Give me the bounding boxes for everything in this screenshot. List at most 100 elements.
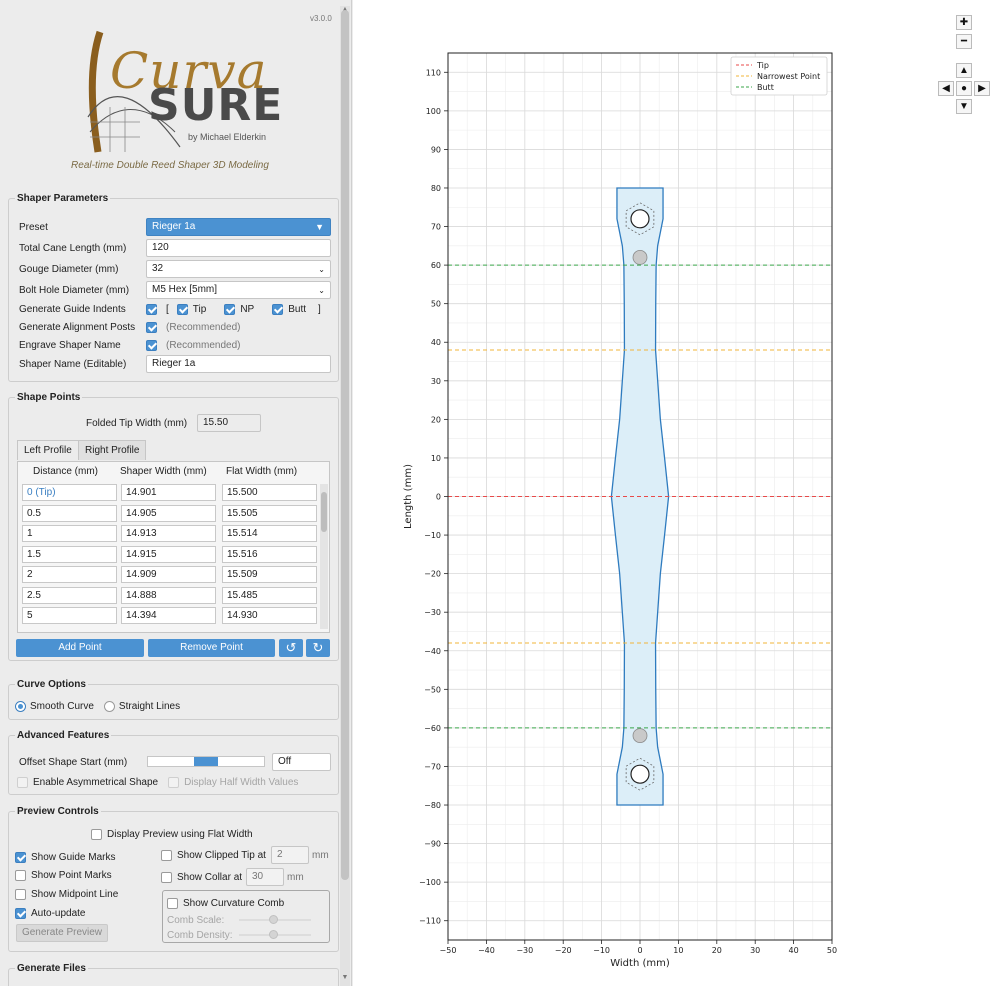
table-cell[interactable]: 15.514 [222, 525, 317, 542]
total-length-input[interactable]: 120 [146, 239, 331, 257]
table-cell[interactable]: 14.905 [121, 504, 216, 522]
table-cell[interactable]: 0.5 [22, 504, 117, 522]
table-scroll-thumb[interactable] [321, 492, 327, 532]
alignment-posts-checkbox[interactable] [146, 321, 157, 333]
comb-scale-handle[interactable] [269, 915, 278, 924]
half-width-checkbox[interactable] [168, 776, 180, 788]
gouge-select[interactable]: 32 ⌄ [146, 260, 331, 278]
table-cell[interactable]: 14.909 [121, 566, 216, 583]
group-title: Shaper Parameters [15, 193, 111, 204]
folded-tip-input[interactable]: 15.50 [197, 414, 261, 432]
clipped-tip-checkbox[interactable] [161, 849, 172, 861]
guide-indents-checkbox[interactable] [146, 303, 157, 315]
x-tick-label: 50 [827, 946, 837, 955]
shaper-preview-chart[interactable]: −50 −40 −30 −20 −10 0 10 20 30 40 50−110−100−90−80… [353, 0, 1005, 986]
y-axis-label: Length (mm) [403, 464, 414, 529]
zoom-in-button[interactable]: ✚ [956, 15, 972, 30]
shaper-name-input[interactable]: Rieger 1a [146, 355, 331, 373]
redo-button[interactable]: ↻ [306, 639, 330, 657]
midpoint-checkbox[interactable] [15, 888, 26, 900]
smooth-curve-label: Smooth Curve [30, 700, 94, 712]
y-tick-label: 30 [431, 377, 441, 386]
tab-left-profile[interactable]: Left Profile [17, 440, 79, 460]
alignment-posts-label: Generate Alignment Posts [19, 321, 136, 333]
engrave-checkbox[interactable] [146, 339, 157, 351]
x-tick-label: −30 [516, 946, 533, 955]
table-cell[interactable]: 0 (Tip) [22, 484, 117, 501]
table-cell[interactable]: 15.509 [222, 566, 317, 583]
reset-view-button[interactable]: ● [956, 81, 972, 96]
undo-button[interactable]: ↺ [279, 639, 303, 657]
pan-right-button[interactable]: ▶ [974, 81, 990, 96]
y-tick-label: 70 [431, 223, 441, 232]
x-tick-label: −20 [555, 946, 572, 955]
table-cell[interactable]: 2 [22, 566, 117, 583]
clipped-tip-input[interactable]: 2 [271, 846, 309, 864]
table-cell[interactable]: 1.5 [22, 545, 117, 563]
table-cell[interactable]: 14.915 [121, 545, 216, 563]
y-tick-label: 50 [431, 300, 441, 309]
column-header-distance: Distance (mm) [33, 466, 99, 477]
table-cell[interactable]: 15.516 [222, 545, 317, 563]
table-cell[interactable]: 14.394 [121, 607, 216, 624]
point-marks-checkbox[interactable] [15, 869, 26, 881]
guide-marks-checkbox[interactable] [15, 851, 26, 863]
table-cell[interactable]: 14.930 [222, 607, 317, 624]
scroll-down-icon[interactable]: ▼ [340, 974, 350, 981]
gouge-label: Gouge Diameter (mm) [19, 263, 119, 275]
table-cell[interactable]: 14.913 [121, 525, 216, 542]
table-cell[interactable]: 2.5 [22, 586, 117, 604]
straight-lines-label: Straight Lines [118, 700, 181, 712]
table-scrollbar[interactable] [320, 484, 328, 629]
asymmetrical-checkbox[interactable] [17, 776, 28, 788]
straight-lines-radio[interactable] [103, 700, 115, 712]
offset-slider[interactable] [147, 756, 265, 767]
y-tick-label: −100 [419, 878, 441, 887]
offset-slider-handle[interactable] [194, 757, 218, 766]
butt-indent-label: Butt [288, 303, 307, 315]
comb-density-handle[interactable] [269, 930, 278, 939]
preset-select[interactable]: Rieger 1a ▼ [146, 218, 331, 236]
comb-scale-slider[interactable] [239, 915, 311, 924]
flat-width-label: Display Preview using Flat Width [107, 828, 253, 840]
add-point-button[interactable]: Add Point [16, 639, 144, 657]
auto-update-checkbox[interactable] [15, 907, 26, 919]
preset-value: Rieger 1a [152, 221, 196, 232]
generate-preview-button[interactable]: Generate Preview [16, 924, 108, 942]
shaper-parameters-group: Shaper Parameters Preset Rieger 1a ▼ Tot… [8, 193, 339, 382]
pan-down-button[interactable]: ▼ [956, 99, 972, 114]
offset-input[interactable]: Off [272, 753, 331, 771]
table-cell[interactable]: 15.505 [222, 504, 317, 522]
table-cell[interactable]: 14.901 [121, 484, 216, 501]
np-indent-label: NP [240, 303, 255, 315]
np-indent-checkbox[interactable] [224, 303, 236, 315]
pan-up-button[interactable]: ▲ [956, 63, 972, 78]
table-cell[interactable]: 14.888 [121, 586, 216, 604]
smooth-curve-radio[interactable] [15, 700, 26, 712]
collar-input[interactable]: 30 [246, 868, 284, 886]
shaper-name-label: Shaper Name (Editable) [19, 358, 127, 370]
panel-scrollbar[interactable]: ▲ ▼ [340, 6, 350, 986]
comb-density-slider[interactable] [239, 930, 311, 939]
y-tick-label: −60 [424, 724, 441, 733]
flat-width-checkbox[interactable] [91, 828, 102, 840]
logo-word-sure: SURE [148, 80, 284, 131]
chevron-down-icon: ▼ [315, 222, 324, 232]
remove-point-button[interactable]: Remove Point [148, 639, 275, 657]
asymmetrical-label: Enable Asymmetrical Shape [33, 776, 159, 788]
tab-right-profile[interactable]: Right Profile [78, 440, 147, 460]
x-tick-label: 40 [789, 946, 799, 955]
tip-indent-checkbox[interactable] [176, 303, 188, 315]
alignment-post [632, 249, 648, 265]
panel-scroll-thumb[interactable] [341, 10, 349, 880]
collar-checkbox[interactable] [161, 871, 172, 883]
table-cell[interactable]: 15.485 [222, 586, 317, 604]
table-cell[interactable]: 5 [22, 607, 117, 624]
butt-indent-checkbox[interactable] [272, 303, 284, 315]
table-cell[interactable]: 15.500 [222, 484, 317, 501]
table-cell[interactable]: 1 [22, 525, 117, 542]
bolt-select[interactable]: M5 Hex [5mm] ⌄ [146, 281, 331, 299]
zoom-out-button[interactable]: ━ [956, 34, 972, 49]
curvature-comb-checkbox[interactable] [167, 897, 178, 909]
pan-left-button[interactable]: ◀ [938, 81, 954, 96]
